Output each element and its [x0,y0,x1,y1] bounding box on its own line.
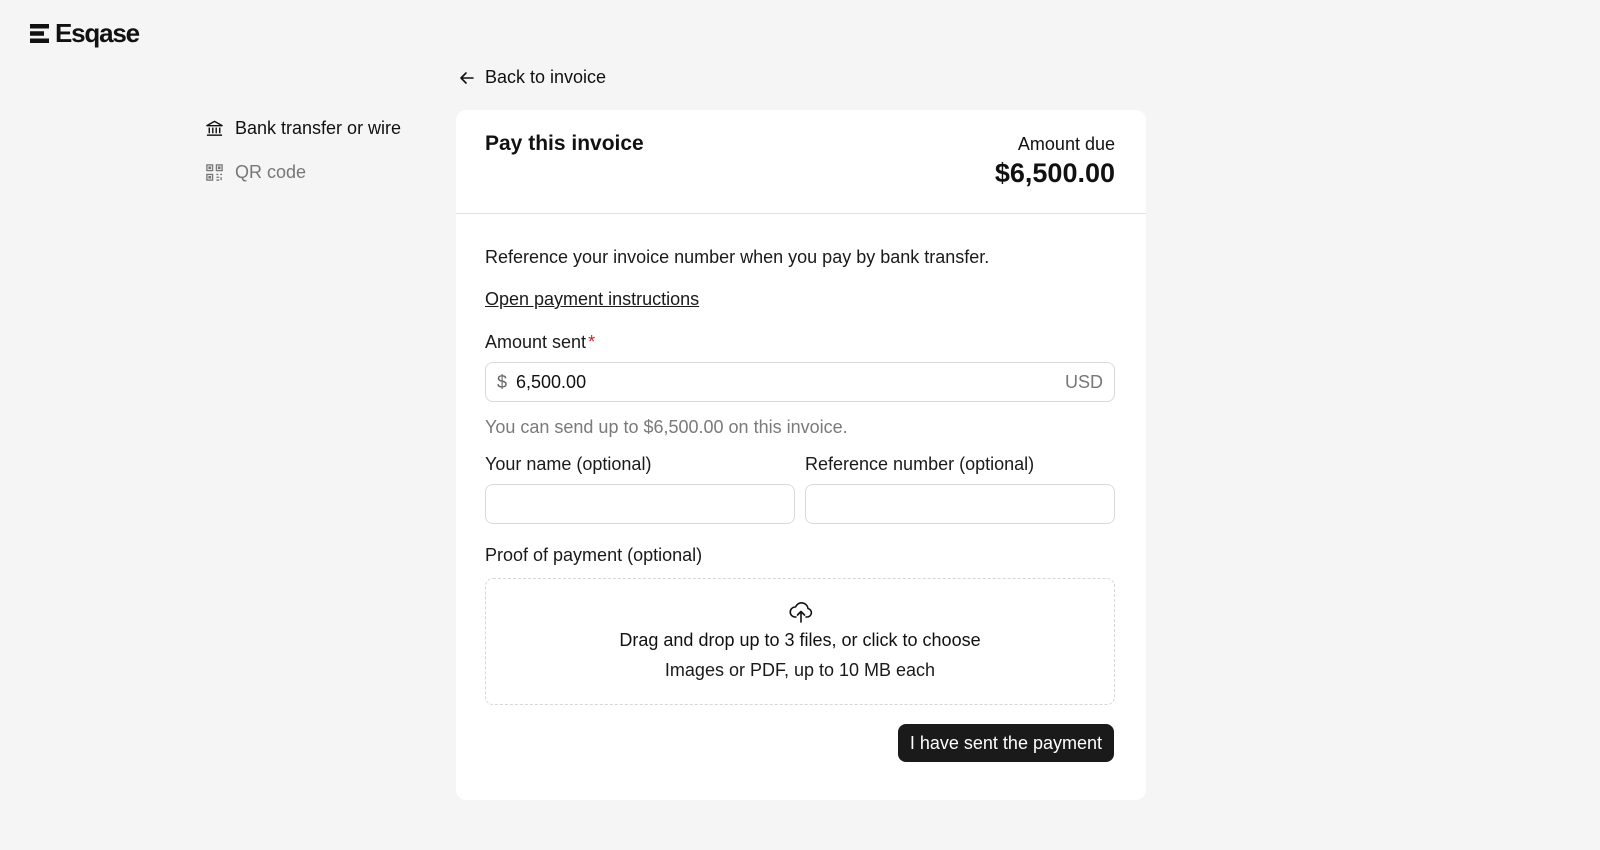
brand-logo[interactable]: Esqase [30,18,140,49]
amount-sent-input[interactable] [516,371,1065,393]
back-to-invoice-link[interactable]: Back to invoice [458,67,606,88]
proof-of-payment-label: Proof of payment (optional) [485,545,703,565]
method-bank-transfer[interactable]: Bank transfer or wire [205,116,435,140]
upload-cloud-icon [789,602,813,623]
amount-sent-label: Amount sent * [485,332,595,353]
method-label: Bank transfer or wire [235,117,402,138]
dropzone-limits: Images or PDF, up to 10 MB each [664,660,936,680]
open-instructions-link[interactable]: Open payment instructions [485,289,699,310]
back-label: Back to invoice [485,67,607,87]
sent-payment-button[interactable]: I have sent the payment [897,724,1114,762]
payment-card: Pay this invoice Amount due $6,500.00 Re… [456,110,1146,800]
page-title: Pay this invoice [485,132,644,155]
card-header: Pay this invoice Amount due $6,500.00 [456,110,1146,214]
dropzone-instruction: Drag and drop up to 3 files, or click to… [619,630,981,650]
required-mark: * [588,332,596,352]
instructions-text: Reference your invoice number when you p… [485,247,990,267]
your-name-input[interactable] [485,484,795,524]
method-label: QR code [235,161,307,182]
arrow-left-icon [460,71,474,84]
payment-method-list: Bank transfer or wire QR code [205,116,435,204]
reference-number-input[interactable] [805,484,1115,524]
file-dropzone[interactable]: Drag and drop up to 3 files, or click to… [485,578,1115,705]
method-qr-code[interactable]: QR code [205,160,435,184]
bank-icon [206,120,223,136]
qr-code-icon [206,163,223,181]
amount-due-label: Amount due [1017,134,1115,154]
logo-icon [30,24,49,43]
brand-name: Esqase [55,18,140,48]
reference-number-label: Reference number (optional) [805,454,1035,474]
amount-due-value: $6,500.00 [994,158,1115,188]
amount-sent-field[interactable]: $ USD [485,362,1115,402]
your-name-label: Your name (optional) [485,454,652,474]
amount-sent-label-text: Amount sent [485,332,587,352]
currency-code: USD [1064,371,1103,392]
amount-hint: You can send up to $6,500.00 on this inv… [485,417,848,437]
currency-symbol: $ [497,371,508,392]
